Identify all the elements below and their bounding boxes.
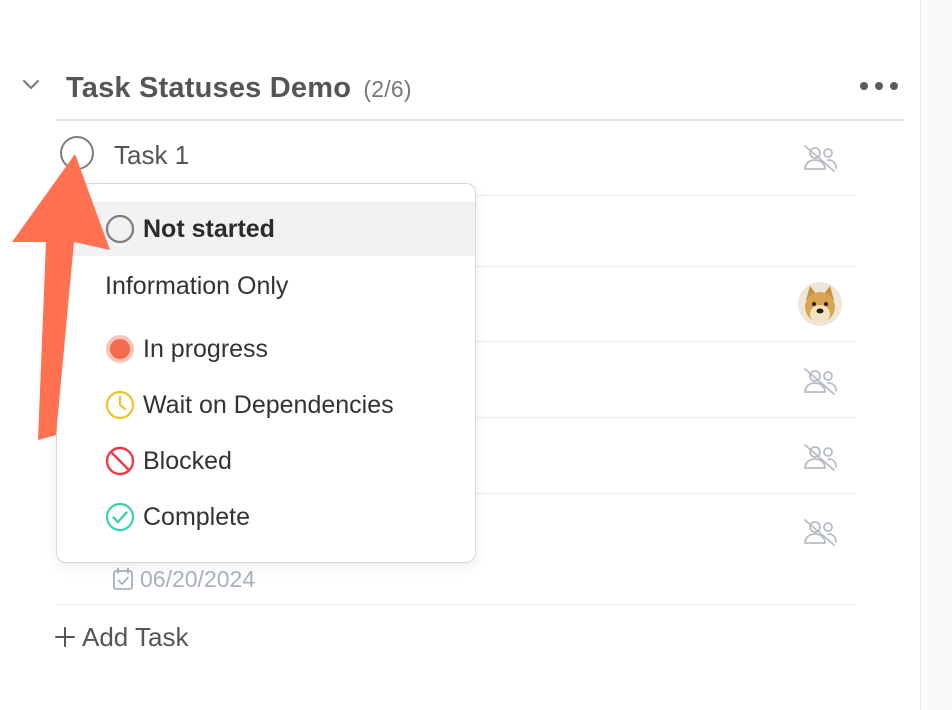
due-date[interactable]: 06/20/2024 (112, 565, 255, 593)
unassigned-user-icon[interactable] (802, 442, 838, 472)
dot (890, 82, 898, 90)
information-only-option[interactable]: Information Only (105, 272, 288, 301)
status-option-label: Blocked (143, 446, 232, 475)
dot (875, 82, 883, 90)
blocked-icon (105, 446, 135, 476)
section-header: Task Statuses Demo (2/6) (0, 60, 910, 120)
due-date-text: 06/20/2024 (140, 565, 256, 592)
avatar[interactable] (798, 282, 842, 326)
section-title-text: Task Statuses Demo (66, 72, 352, 104)
calendar-check-icon (113, 567, 133, 590)
status-option-label: Wait on Dependencies (143, 390, 394, 419)
unassigned-user-icon[interactable] (802, 517, 838, 547)
section-task-count: (2/6) (363, 76, 412, 102)
check-circle-icon (105, 502, 135, 532)
more-options-icon[interactable] (860, 74, 898, 98)
chevron-down-icon[interactable] (20, 74, 42, 96)
panel-gutter (921, 0, 952, 710)
annotation-arrow-icon (12, 154, 110, 440)
unassigned-user-icon[interactable] (802, 366, 838, 396)
status-option-label: In progress (143, 334, 269, 363)
header-divider (56, 119, 904, 121)
dot (860, 82, 868, 90)
add-task-label: Add Task (82, 621, 189, 652)
add-task-button[interactable]: Add Task (54, 620, 188, 654)
status-option-complete[interactable]: Complete (57, 490, 475, 544)
task-row[interactable]: Task 1 (56, 126, 856, 186)
row-divider (56, 604, 856, 605)
status-option-label: Not started (143, 214, 275, 243)
section-title: Task Statuses Demo (2/6) (66, 72, 412, 105)
unassigned-user-icon[interactable] (802, 143, 838, 173)
plus-icon (55, 627, 75, 647)
status-option-label: Complete (143, 502, 250, 531)
